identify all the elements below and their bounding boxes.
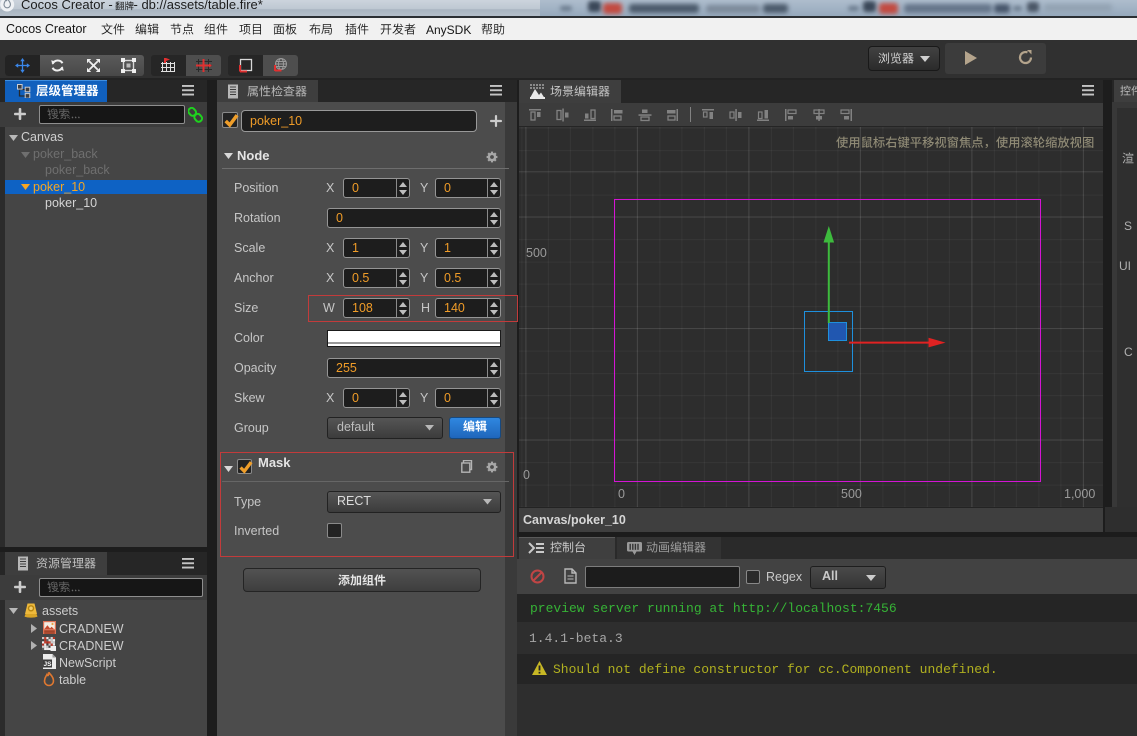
svg-text:JS: JS [44, 661, 53, 668]
